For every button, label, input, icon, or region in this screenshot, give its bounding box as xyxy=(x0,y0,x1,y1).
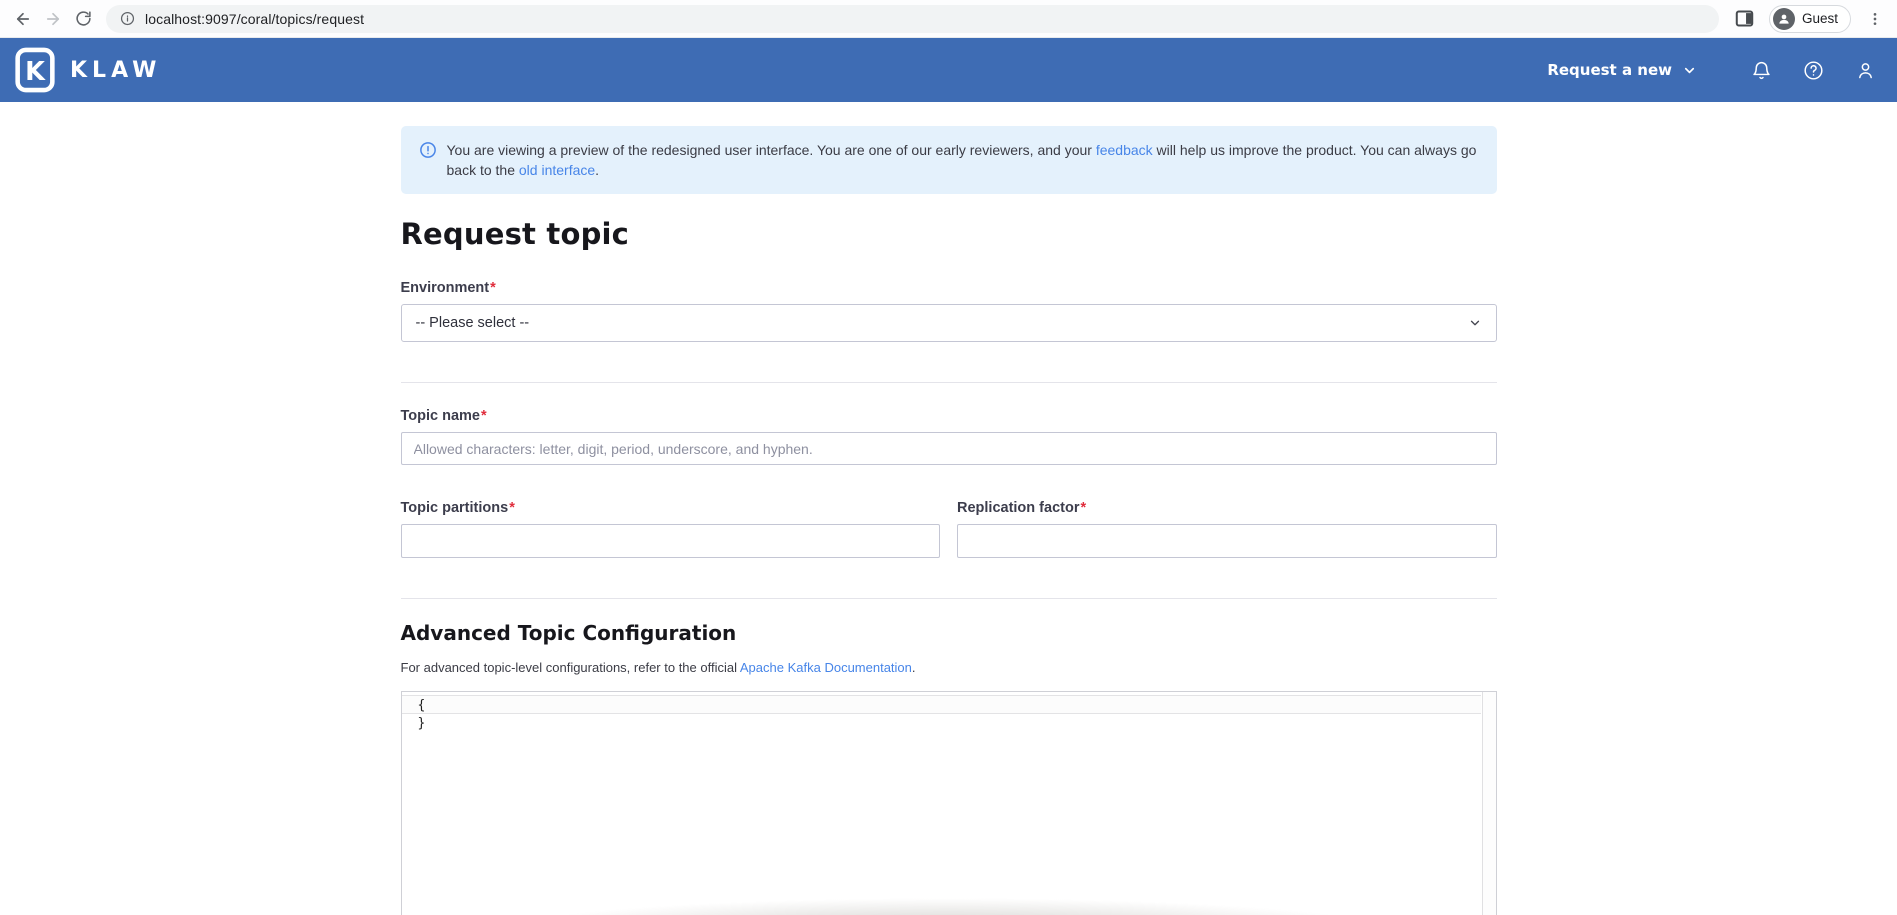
profile-button[interactable] xyxy=(1853,58,1877,82)
url-bar[interactable]: localhost:9097/coral/topics/request xyxy=(106,5,1719,33)
kebab-menu-icon xyxy=(1867,11,1883,27)
replication-factor-label: Replication factor* xyxy=(957,500,1497,516)
info-icon xyxy=(120,11,135,26)
url-text: localhost:9097/coral/topics/request xyxy=(145,11,364,27)
required-asterisk: * xyxy=(481,408,487,424)
main-content: You are viewing a preview of the redesig… xyxy=(401,126,1497,915)
page-title: Request topic xyxy=(401,216,1497,252)
banner-text-part1: You are viewing a preview of the redesig… xyxy=(447,142,1096,158)
section-divider xyxy=(401,598,1497,599)
environment-label-text: Environment xyxy=(401,280,490,296)
banner-text-part3: . xyxy=(595,162,599,178)
section-divider xyxy=(401,382,1497,383)
feedback-link[interactable]: feedback xyxy=(1096,142,1153,158)
environment-select[interactable]: -- Please select -- xyxy=(401,304,1497,342)
info-circle-icon xyxy=(419,141,437,180)
advanced-config-title: Advanced Topic Configuration xyxy=(401,621,1497,645)
editor-line-2: } xyxy=(402,714,1496,733)
environment-label: Environment* xyxy=(401,280,1497,296)
notifications-button[interactable] xyxy=(1749,58,1773,82)
required-asterisk: * xyxy=(490,280,496,296)
person-icon xyxy=(1777,12,1791,26)
klaw-logo-icon: K xyxy=(14,47,56,93)
topic-name-label-text: Topic name xyxy=(401,408,481,424)
editor-scrollbar[interactable] xyxy=(1482,692,1496,915)
chevron-down-icon xyxy=(1682,63,1697,78)
browser-menu-button[interactable] xyxy=(1863,7,1887,31)
browser-chrome: localhost:9097/coral/topics/request Gues… xyxy=(0,0,1897,38)
chevron-down-icon xyxy=(1468,316,1482,330)
browser-profile-button[interactable]: Guest xyxy=(1769,5,1851,33)
help-circle-icon xyxy=(1803,60,1824,81)
bell-icon xyxy=(1751,60,1772,81)
side-panel-button[interactable] xyxy=(1733,7,1757,31)
avatar xyxy=(1773,8,1795,30)
request-a-new-dropdown[interactable]: Request a new xyxy=(1547,61,1697,79)
kafka-documentation-link[interactable]: Apache Kafka Documentation xyxy=(740,660,912,675)
help-button[interactable] xyxy=(1801,58,1825,82)
replication-factor-input[interactable] xyxy=(957,524,1497,558)
reload-icon xyxy=(75,10,92,27)
back-button[interactable] xyxy=(8,4,38,34)
topic-name-label: Topic name* xyxy=(401,408,1497,424)
banner-text: You are viewing a preview of the redesig… xyxy=(447,140,1479,180)
editor-lines: { } xyxy=(402,692,1496,733)
request-a-new-label: Request a new xyxy=(1547,61,1672,79)
json-config-editor[interactable]: { } xyxy=(401,691,1497,915)
user-icon xyxy=(1855,60,1876,81)
forward-arrow-icon xyxy=(44,10,62,28)
advanced-desc-part1: For advanced topic-level configurations,… xyxy=(401,660,740,675)
topic-partitions-label: Topic partitions* xyxy=(401,500,941,516)
topic-name-input[interactable] xyxy=(401,432,1497,465)
brand-name: KLAW xyxy=(70,58,161,83)
replication-factor-label-text: Replication factor xyxy=(957,500,1079,516)
app-header: K KLAW Request a new xyxy=(0,38,1897,102)
back-arrow-icon xyxy=(14,10,32,28)
profile-name: Guest xyxy=(1802,11,1838,26)
topic-partitions-label-text: Topic partitions xyxy=(401,500,509,516)
old-interface-link[interactable]: old interface xyxy=(519,162,595,178)
advanced-config-description: For advanced topic-level configurations,… xyxy=(401,660,1497,675)
alert-circle-icon xyxy=(419,141,437,159)
klaw-logo-link[interactable]: K KLAW xyxy=(14,47,161,93)
side-panel-icon xyxy=(1735,10,1754,27)
topic-partitions-field: Topic partitions* xyxy=(401,500,941,558)
topic-partitions-input[interactable] xyxy=(401,524,941,558)
reload-button[interactable] xyxy=(68,4,98,34)
required-asterisk: * xyxy=(1080,500,1086,516)
replication-factor-field: Replication factor* xyxy=(957,500,1497,558)
forward-button[interactable] xyxy=(38,4,68,34)
preview-banner: You are viewing a preview of the redesig… xyxy=(401,126,1497,194)
editor-line-1: { xyxy=(402,695,1481,714)
svg-text:K: K xyxy=(25,57,46,87)
required-asterisk: * xyxy=(509,500,515,516)
advanced-desc-part2: . xyxy=(912,660,916,675)
environment-select-value: -- Please select -- xyxy=(416,315,530,331)
